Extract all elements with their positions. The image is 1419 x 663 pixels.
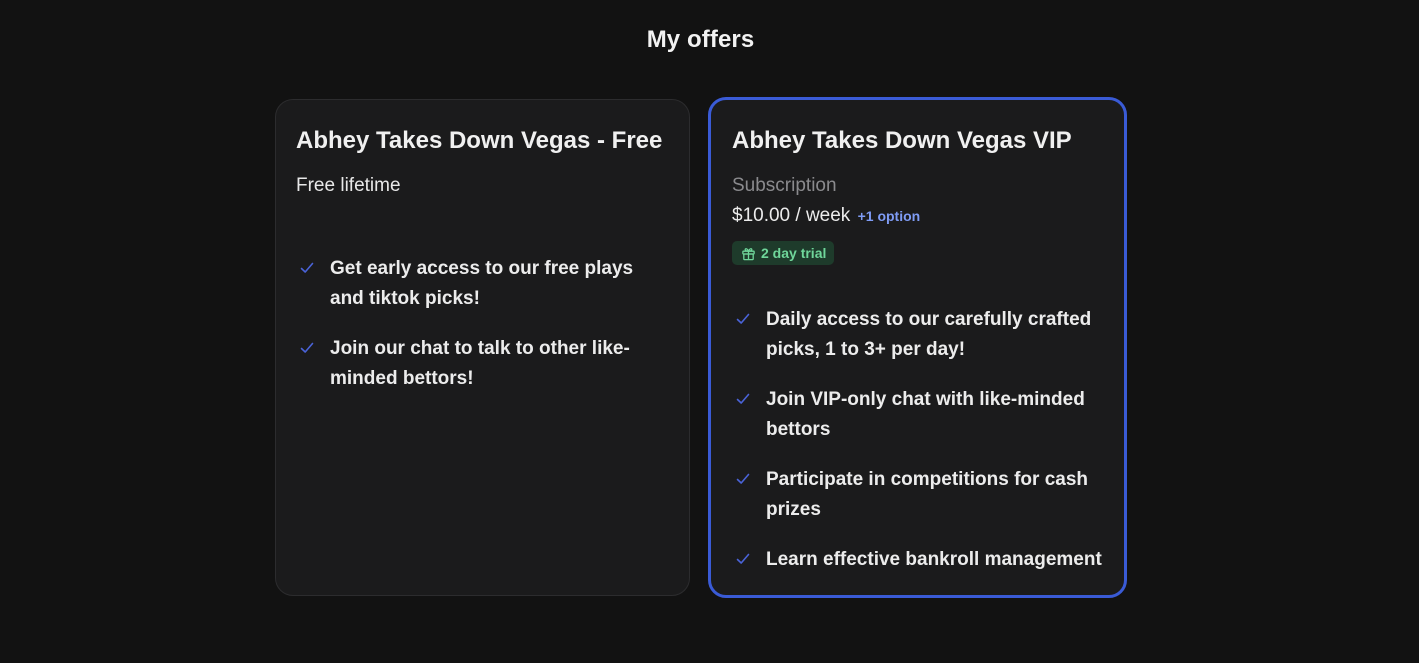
offer-price-row: $10.00 / week +1 option [732, 204, 1104, 228]
feature-item: Daily access to our carefully crafted pi… [732, 305, 1104, 365]
feature-list: Get early access to our free plays and t… [296, 254, 669, 394]
offer-card-free[interactable]: Abhey Takes Down Vegas - Free Free lifet… [275, 99, 690, 596]
trial-text: 2 day trial [761, 245, 827, 261]
feature-item: Participate in competitions for cash pri… [732, 465, 1104, 525]
offer-title: Abhey Takes Down Vegas - Free [296, 127, 663, 154]
check-icon [736, 393, 750, 404]
check-icon [300, 342, 314, 353]
feature-list: Daily access to our carefully crafted pi… [732, 305, 1104, 575]
offer-price: $10.00 / week [732, 205, 851, 226]
feature-item: Learn effective bankroll management [732, 545, 1104, 575]
feature-text: Join VIP-only chat with like-minded bett… [766, 388, 1085, 440]
feature-text: Learn effective bankroll management [766, 548, 1102, 570]
feature-item: Get early access to our free plays and t… [296, 254, 669, 314]
check-icon [736, 553, 750, 564]
more-options-link[interactable]: +1 option [858, 208, 921, 224]
feature-text: Get early access to our free plays and t… [330, 258, 634, 309]
feature-text: Participate in competitions for cash pri… [766, 468, 1089, 520]
check-icon [300, 262, 314, 273]
page-title: My offers [646, 26, 755, 53]
offer-price-type: Free lifetime [296, 175, 401, 196]
gift-icon [742, 247, 755, 260]
offer-card-vip[interactable]: Abhey Takes Down Vegas VIP Subscription … [708, 97, 1127, 598]
feature-item: Join VIP-only chat with like-minded bett… [732, 385, 1104, 445]
check-icon [736, 473, 750, 484]
offer-price-type: Subscription [732, 175, 837, 196]
feature-text: Daily access to our carefully crafted pi… [766, 308, 1092, 360]
check-icon [736, 313, 750, 324]
trial-badge: 2 day trial [732, 241, 835, 265]
feature-item: Join our chat to talk to other like-mind… [296, 334, 669, 394]
offer-title: Abhey Takes Down Vegas VIP [732, 127, 1072, 154]
offers-page: My offers Abhey Takes Down Vegas - Free … [0, 0, 1419, 663]
feature-text: Join our chat to talk to other like-mind… [330, 338, 630, 389]
